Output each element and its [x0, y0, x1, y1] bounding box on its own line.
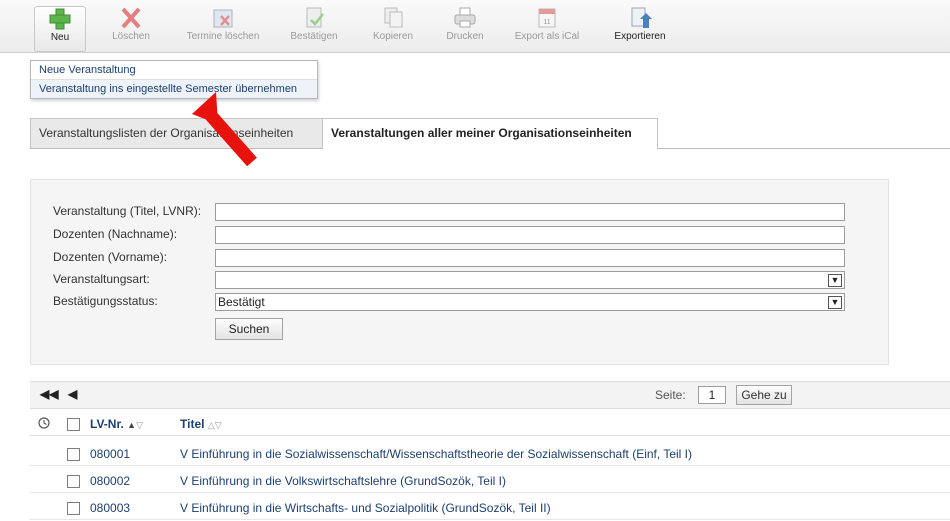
confirmation-status-value: Bestätigt [218, 295, 265, 309]
table-row: 080002 V Einführung in die Volkswirtscha… [30, 470, 950, 493]
toolbar: Neu Löschen Termine löschen Bestätigen K… [0, 0, 950, 53]
tab-org-unit-lists[interactable]: Veranstaltungslisten der Organisationsei… [30, 118, 323, 148]
table-row: 080003 V Einführung in die Wirtschafts- … [30, 497, 950, 520]
row-checkbox[interactable] [67, 475, 80, 488]
copy-button[interactable]: Kopieren [368, 6, 418, 50]
menu-item-new-course[interactable]: Neue Veranstaltung [31, 61, 317, 79]
new-dropdown-menu: Neue Veranstaltung Veranstaltung ins ein… [30, 60, 318, 99]
go-to-page-button[interactable]: Gehe zu [736, 385, 792, 405]
lecturer-lastname-label: Dozenten (Nachname): [53, 227, 178, 241]
course-field-label: Veranstaltung (Titel, LVNR): [53, 204, 202, 218]
export-ical-button-label: Export als iCal [514, 31, 580, 42]
new-button-label: Neu [50, 32, 70, 43]
export-button[interactable]: Exportieren [610, 6, 670, 50]
delete-dates-button[interactable]: Termine löschen [183, 6, 263, 50]
previous-page-icon[interactable]: ◀ [68, 387, 77, 401]
first-page-icon[interactable]: ◀◀ [40, 387, 58, 401]
copy-button-label: Kopieren [372, 31, 414, 42]
column-lv-nr-label: LV-Nr. [90, 417, 124, 431]
chevron-down-icon[interactable]: ▼ [828, 296, 842, 309]
page-number-input[interactable]: 1 [698, 386, 726, 404]
delete-button-label: Löschen [112, 31, 150, 42]
chevron-down-icon[interactable]: ▼ [828, 274, 842, 287]
tab-bar: Veranstaltungslisten der Organisationsei… [30, 118, 950, 149]
svg-text:11: 11 [543, 19, 550, 26]
course-number-link[interactable]: 080001 [90, 447, 130, 461]
row-checkbox[interactable] [67, 448, 80, 461]
plus-icon [49, 8, 71, 30]
copy-icon [384, 7, 403, 28]
sort-descending-icon[interactable]: ▽ [215, 420, 222, 430]
column-header-title[interactable]: Titel △▽ [180, 417, 222, 431]
lecturer-lastname-input[interactable] [215, 226, 845, 244]
table-row: 080001 V Einführung in die Sozialwissens… [30, 443, 950, 466]
sort-descending-icon[interactable]: ▽ [136, 420, 143, 430]
page-label: Seite: [655, 388, 686, 402]
lecturer-firstname-input[interactable] [215, 249, 845, 267]
course-title-link[interactable]: V Einführung in die Wirtschafts- und Soz… [180, 501, 551, 515]
table-header: LV-Nr. ▲▽ Titel △▽ [30, 413, 950, 436]
delete-button[interactable]: Löschen [106, 6, 156, 50]
course-type-label: Veranstaltungsart: [53, 272, 150, 286]
course-number-link[interactable]: 080002 [90, 474, 130, 488]
course-number-link[interactable]: 080003 [90, 501, 130, 515]
course-title-link[interactable]: V Einführung in die Volkswirtschaftslehr… [180, 474, 506, 488]
row-checkbox[interactable] [67, 502, 80, 515]
new-button[interactable]: Neu [34, 6, 86, 52]
course-title-input[interactable] [215, 203, 845, 221]
confirmation-status-select[interactable]: Bestätigt ▼ [215, 293, 845, 311]
course-title-link[interactable]: V Einführung in die Sozialwissenschaft/W… [180, 447, 692, 461]
confirm-button-label: Bestätigen [290, 31, 338, 42]
export-document-icon [631, 7, 652, 28]
lecturer-firstname-label: Dozenten (Vorname): [53, 250, 168, 264]
column-header-lv-nr[interactable]: LV-Nr. ▲▽ [90, 417, 143, 431]
sort-ascending-icon[interactable]: ▲ [127, 420, 136, 430]
confirm-button[interactable]: Bestätigen [286, 6, 342, 50]
print-button-label: Drucken [446, 31, 484, 42]
clock-icon [38, 417, 50, 429]
search-panel: Veranstaltung (Titel, LVNR): Dozenten (N… [30, 179, 889, 365]
delete-dates-button-label: Termine löschen [186, 31, 260, 42]
calendar-icon: 11 [538, 8, 556, 28]
delete-x-icon [121, 7, 141, 29]
export-button-label: Exportieren [614, 31, 666, 42]
course-type-select[interactable]: ▼ [215, 271, 845, 289]
sort-ascending-icon[interactable]: △ [208, 420, 215, 430]
tab-all-my-org-units[interactable]: Veranstaltungen aller meiner Organisatio… [322, 118, 658, 149]
menu-item-transfer-to-semester[interactable]: Veranstaltung ins eingestellte Semester … [31, 79, 317, 98]
select-all-checkbox[interactable] [67, 418, 80, 431]
pagination-bar: ◀◀ ◀ Seite: 1 Gehe zu [30, 381, 950, 409]
confirmation-status-label: Bestätigungsstatus: [53, 294, 158, 308]
document-check-icon [306, 7, 324, 28]
calendar-delete-icon [213, 9, 233, 28]
print-button[interactable]: Drucken [440, 6, 490, 50]
column-title-label: Titel [180, 417, 205, 431]
search-button[interactable]: Suchen [215, 318, 283, 340]
printer-icon [454, 7, 476, 28]
export-ical-button[interactable]: 11 Export als iCal [507, 6, 587, 50]
